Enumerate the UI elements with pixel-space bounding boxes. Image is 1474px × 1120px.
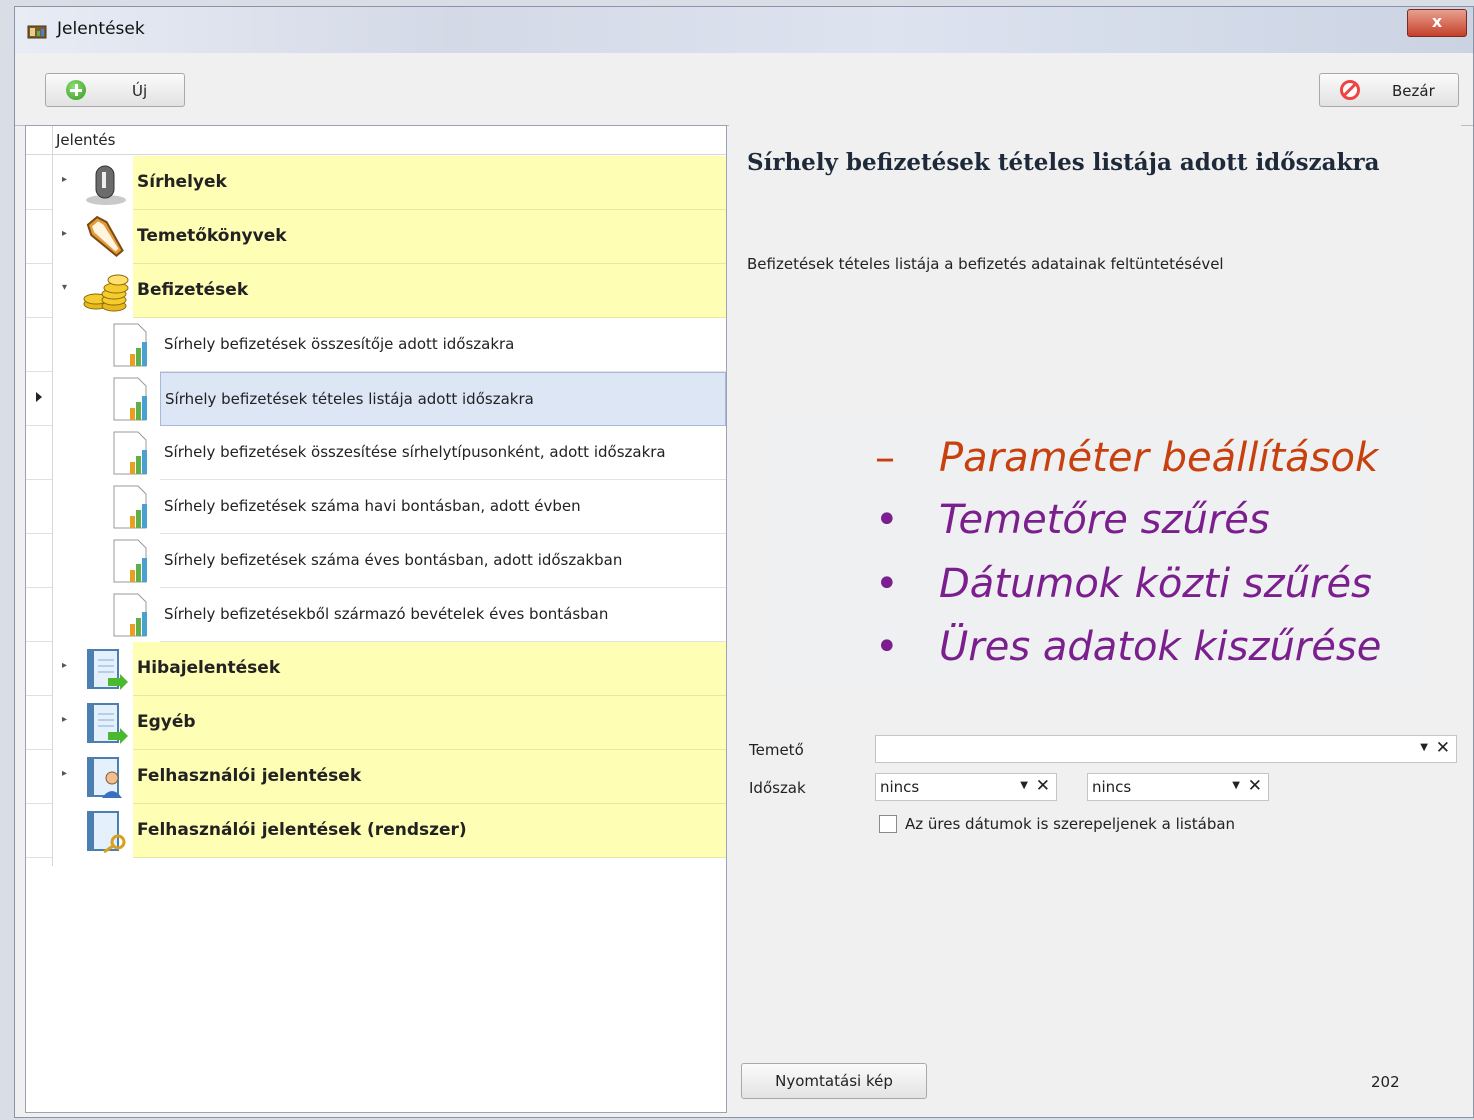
close-button[interactable]: Bezár	[1319, 73, 1459, 107]
report-item-label: Sírhely befizetések száma havi bontásban…	[164, 497, 581, 515]
report-chart-icon	[113, 377, 147, 421]
report-chart-icon	[113, 431, 147, 475]
callout-heading: – Paraméter beállítások	[875, 435, 1379, 481]
report-item[interactable]: Sírhely befizetések száma éves bontásban…	[26, 534, 726, 588]
temeto-combobox[interactable]: ▼ ✕	[875, 735, 1457, 763]
clear-icon[interactable]: ✕	[1036, 776, 1050, 796]
tree-column-header[interactable]: Jelentés	[26, 126, 726, 155]
dropdown-arrow-icon[interactable]: ▼	[1020, 780, 1028, 791]
window-app-icon	[27, 25, 47, 39]
user-report-icon	[87, 757, 122, 798]
record-count: 202	[1371, 1073, 1400, 1091]
date-to-combobox[interactable]: nincs ▼ ✕	[1087, 773, 1269, 801]
report-notebook-icon	[87, 649, 128, 690]
category-label: Sírhelyek	[137, 172, 227, 192]
tree-column-header-label: Jelentés	[56, 131, 116, 149]
report-item-selected[interactable]: Sírhely befizetések tételes listája adot…	[26, 372, 726, 426]
expand-arrow-icon[interactable]: ▸	[62, 174, 67, 185]
expand-arrow-icon[interactable]: ▸	[62, 714, 67, 725]
expand-arrow-icon[interactable]: ▸	[62, 768, 67, 779]
include-empty-dates-label[interactable]: Az üres dátumok is szerepeljenek a listá…	[905, 815, 1235, 833]
report-item-label: Sírhely befizetések összesítője adott id…	[164, 335, 515, 353]
window-title: Jelentések	[57, 19, 145, 39]
date-from-combobox[interactable]: nincs ▼ ✕	[875, 773, 1057, 801]
close-button-label: Bezár	[1392, 82, 1435, 100]
tree-category-egyeb[interactable]: ▸ Egyéb	[26, 696, 726, 750]
tree-category-befizetesek[interactable]: ▾ Befizetések	[26, 264, 726, 318]
toolbar: Új Bezár	[15, 53, 1473, 126]
clear-icon[interactable]: ✕	[1248, 776, 1262, 796]
report-chart-icon	[113, 323, 147, 367]
include-empty-dates-checkbox[interactable]	[879, 815, 897, 833]
report-item[interactable]: Sírhely befizetésekből származó bevétele…	[26, 588, 726, 642]
report-description: Befizetések tételes listája a befizetés …	[747, 255, 1224, 273]
report-item-label: Sírhely befizetések tételes listája adot…	[165, 390, 534, 408]
category-label: Hibajelentések	[137, 658, 281, 678]
temeto-label: Temető	[749, 741, 804, 759]
report-detail-pane: Sírhely befizetések tételes listája adot…	[729, 125, 1461, 1113]
report-notebook-icon	[87, 703, 128, 744]
report-tree: Jelentés ▸ Sírhelyek ▸ Temetőkönyvek ▾ B…	[25, 125, 727, 1113]
tree-category-hibajelentesek[interactable]: ▸ Hibajelentések	[26, 642, 726, 696]
new-button[interactable]: Új	[45, 73, 185, 107]
coins-icon	[83, 274, 129, 312]
tree-category-sirhelyek[interactable]: ▸ Sírhelyek	[26, 156, 726, 210]
report-item-label: Sírhely befizetések száma éves bontásban…	[164, 551, 623, 569]
date-to-value: nincs	[1092, 778, 1132, 796]
tree-category-felhasznaloi-jelentesek[interactable]: ▸ Felhasználói jelentések	[26, 750, 726, 804]
coffin-icon	[86, 215, 124, 257]
dropdown-arrow-icon[interactable]: ▼	[1420, 742, 1428, 753]
callout-item: • Dátumok közti szűrés	[875, 561, 1372, 607]
report-item[interactable]: Sírhely befizetések száma havi bontásban…	[26, 480, 726, 534]
category-label: Befizetések	[137, 280, 249, 300]
title-bar[interactable]: Jelentések x	[15, 7, 1473, 53]
report-item[interactable]: Sírhely befizetések összesítése sírhelyt…	[26, 426, 726, 480]
window-close-button[interactable]: x	[1407, 9, 1467, 37]
collapse-arrow-icon[interactable]: ▾	[62, 282, 67, 293]
category-label: Egyéb	[137, 712, 196, 732]
category-label: Temetőkönyvek	[137, 226, 287, 246]
tree-category-temetokonyvek[interactable]: ▸ Temetőkönyvek	[26, 210, 726, 264]
current-row-pointer-icon	[36, 392, 42, 402]
tree-category-felhasznaloi-jelentesek-rendszer[interactable]: Felhasználói jelentések (rendszer)	[26, 804, 726, 858]
category-label: Felhasználói jelentések (rendszer)	[137, 820, 467, 840]
print-preview-button[interactable]: Nyomtatási kép	[741, 1063, 927, 1099]
expand-arrow-icon[interactable]: ▸	[62, 228, 67, 239]
date-from-value: nincs	[880, 778, 920, 796]
report-chart-icon	[113, 593, 147, 637]
report-item-label: Sírhely befizetésekből származó bevétele…	[164, 605, 609, 623]
callout-item: • Temetőre szűrés	[875, 497, 1270, 543]
category-label: Felhasználói jelentések	[137, 766, 362, 786]
callout-item: • Üres adatok kiszűrése	[875, 624, 1382, 670]
tombstone-icon	[86, 165, 126, 205]
report-chart-icon	[113, 485, 147, 529]
reports-window: Jelentések x Új Bezár Jelentés ▸ Sírhely…	[14, 6, 1474, 1118]
report-item[interactable]: Sírhely befizetések összesítője adott id…	[26, 318, 726, 372]
idoszak-label: Időszak	[749, 779, 806, 797]
report-chart-icon	[113, 539, 147, 583]
clear-icon[interactable]: ✕	[1436, 738, 1450, 758]
report-item-label: Sírhely befizetések összesítése sírhelyt…	[164, 443, 666, 461]
dropdown-arrow-icon[interactable]: ▼	[1232, 780, 1240, 791]
new-button-label: Új	[132, 82, 148, 100]
report-title: Sírhely befizetések tételes listája adot…	[747, 149, 1380, 176]
parameter-callout: – Paraméter beállítások • Temetőre szűrés …	[765, 421, 1429, 693]
expand-arrow-icon[interactable]: ▸	[62, 660, 67, 671]
add-icon	[66, 80, 86, 100]
key-report-icon	[87, 811, 126, 854]
cancel-icon	[1340, 80, 1360, 100]
